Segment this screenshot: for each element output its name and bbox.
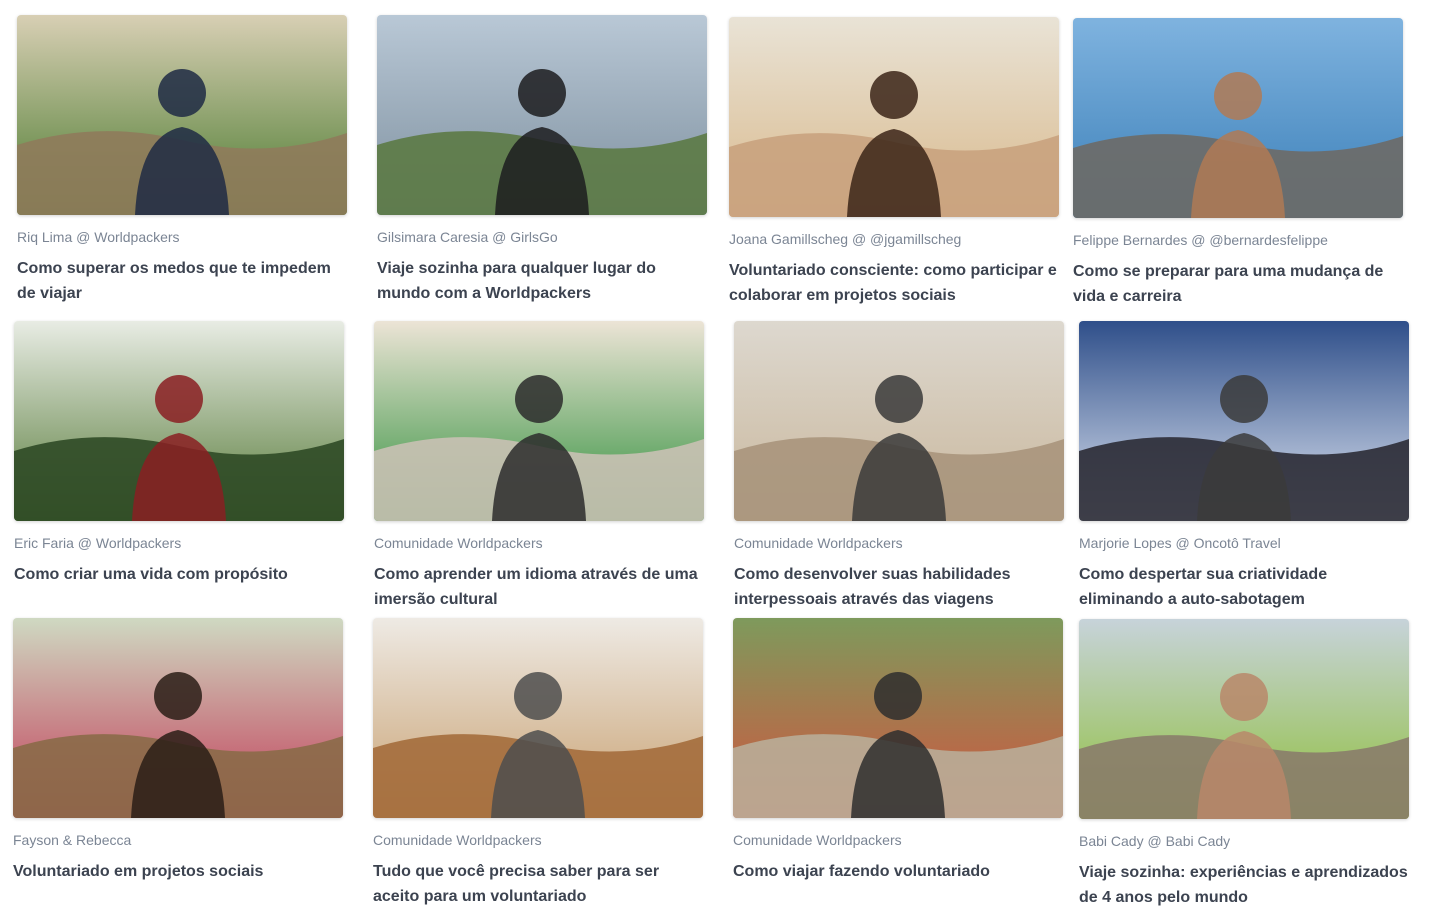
woman-and-child-touching-foreheads-photo (729, 17, 1059, 217)
man-under-straw-hut-with-sign-photo (17, 15, 347, 215)
article-title[interactable]: Voluntariado em projetos sociais (13, 859, 343, 884)
article-title[interactable]: Como aprender um idioma através de uma i… (374, 562, 704, 612)
article-card[interactable]: Comunidade Worldpackers Como viajar faze… (733, 618, 1063, 884)
article-title[interactable]: Como viajar fazendo voluntariado (733, 859, 1063, 884)
article-author: Comunidade Worldpackers (734, 535, 903, 551)
article-thumbnail[interactable] (1079, 321, 1409, 521)
article-thumbnail[interactable] (1079, 619, 1409, 819)
article-author: Marjorie Lopes @ Oncotô Travel (1079, 535, 1281, 551)
group-in-african-village-photo (13, 618, 343, 818)
article-card[interactable]: Fayson & Rebecca Voluntariado em projeto… (13, 618, 343, 884)
article-author: Comunidade Worldpackers (373, 832, 542, 848)
article-card[interactable]: Gilsimara Caresia @ GirlsGo Viaje sozinh… (377, 15, 707, 306)
photo-person-head (875, 375, 923, 423)
article-thumbnail[interactable] (733, 618, 1063, 818)
article-card[interactable]: Comunidade Worldpackers Tudo que você pr… (373, 618, 703, 909)
article-card[interactable]: Eric Faria @ Worldpackers Como criar uma… (14, 321, 344, 587)
photo-person-head (1220, 673, 1268, 721)
article-card[interactable]: Marjorie Lopes @ Oncotô Travel Como desp… (1079, 321, 1409, 612)
article-author: Comunidade Worldpackers (374, 535, 543, 551)
article-thumbnail[interactable] (14, 321, 344, 521)
photo-person-head (155, 375, 203, 423)
photo-person-head (1220, 375, 1268, 423)
article-thumbnail[interactable] (13, 618, 343, 818)
article-thumbnail[interactable] (17, 15, 347, 215)
article-author: Fayson & Rebecca (13, 832, 132, 848)
article-thumbnail[interactable] (734, 321, 1064, 521)
woman-in-front-of-ferris-wheel-photo (1079, 321, 1409, 521)
woman-on-beach-at-sunset-photo (1079, 619, 1409, 819)
article-title[interactable]: Viaje sozinha: experiências e aprendizad… (1079, 860, 1409, 910)
photo-person-head (1214, 72, 1262, 120)
friends-on-green-sofa-photo (374, 321, 704, 521)
man-in-plaid-shirt-with-palm-trees-photo (14, 321, 344, 521)
article-card[interactable]: Felippe Bernardes @ @bernardesfelippe Co… (1073, 18, 1403, 309)
photo-person-head (514, 672, 562, 720)
article-author: Riq Lima @ Worldpackers (17, 229, 180, 245)
photo-person-head (515, 375, 563, 423)
article-card[interactable]: Comunidade Worldpackers Como desenvolver… (734, 321, 1064, 612)
article-card[interactable]: Comunidade Worldpackers Como aprender um… (374, 321, 704, 612)
article-card[interactable]: Joana Gamillscheg @ @jgamillscheg Volunt… (729, 17, 1059, 308)
article-author: Joana Gamillscheg @ @jgamillscheg (729, 231, 962, 247)
photo-person-head (154, 672, 202, 720)
large-group-photo-outdoors-photo (733, 618, 1063, 818)
photo-person-head (518, 69, 566, 117)
article-author: Felippe Bernardes @ @bernardesfelippe (1073, 232, 1328, 248)
article-thumbnail[interactable] (377, 15, 707, 215)
article-author: Gilsimara Caresia @ GirlsGo (377, 229, 558, 245)
photo-person-head (158, 69, 206, 117)
friends-laughing-on-stone-wall-photo (734, 321, 1064, 521)
article-title[interactable]: Como despertar sua criatividade eliminan… (1079, 562, 1409, 612)
woman-sitting-on-mountain-view-photo (377, 15, 707, 215)
article-title[interactable]: Como superar os medos que te impedem de … (17, 256, 347, 306)
photo-person-head (870, 71, 918, 119)
photo-person-head (874, 672, 922, 720)
article-title[interactable]: Como desenvolver suas habilidades interp… (734, 562, 1064, 612)
article-thumbnail[interactable] (374, 321, 704, 521)
hostel-reception-with-flags-photo (373, 618, 703, 818)
article-author: Eric Faria @ Worldpackers (14, 535, 182, 551)
article-title[interactable]: Tudo que você precisa saber para ser ace… (373, 859, 703, 909)
article-thumbnail[interactable] (373, 618, 703, 818)
man-selfie-on-coastal-road-photo (1073, 18, 1403, 218)
article-author: Babi Cady @ Babi Cady (1079, 833, 1231, 849)
article-card[interactable]: Babi Cady @ Babi Cady Viaje sozinha: exp… (1079, 619, 1409, 910)
article-title[interactable]: Viaje sozinha para qualquer lugar do mun… (377, 256, 707, 306)
article-thumbnail[interactable] (729, 17, 1059, 217)
article-author: Comunidade Worldpackers (733, 832, 902, 848)
article-title[interactable]: Como criar uma vida com propósito (14, 562, 344, 587)
article-card[interactable]: Riq Lima @ Worldpackers Como superar os … (17, 15, 347, 306)
article-title[interactable]: Voluntariado consciente: como participar… (729, 258, 1059, 308)
article-title[interactable]: Como se preparar para uma mudança de vid… (1073, 259, 1403, 309)
article-thumbnail[interactable] (1073, 18, 1403, 218)
